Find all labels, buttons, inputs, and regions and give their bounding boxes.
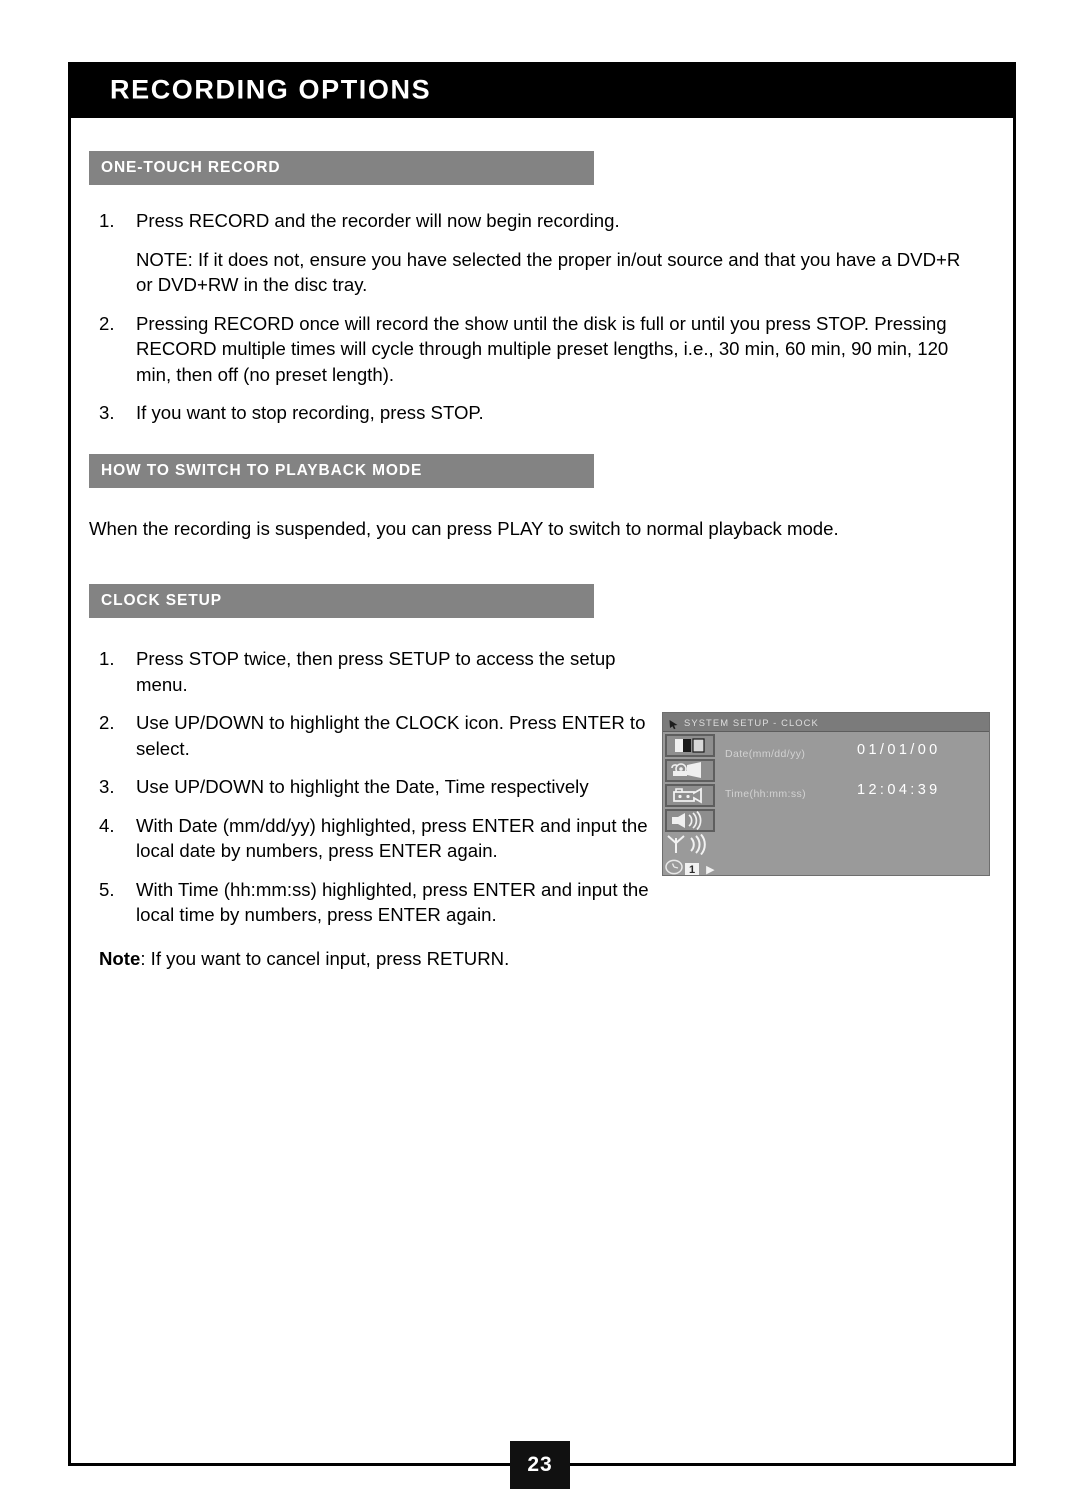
- note-label: Note: [99, 948, 141, 969]
- section-header-clock-setup: CLOCK SETUP: [89, 584, 594, 618]
- osd-screenshot-clock-menu: SYSTEM SETUP - CLOCK 1 ▶ Date(mm/dd/yy) …: [662, 712, 990, 876]
- list-item-number: 3.: [99, 776, 115, 797]
- section-header-label: ONE-TOUCH RECORD: [101, 159, 281, 176]
- playback-mode-paragraph: When the recording is suspended, you can…: [89, 518, 839, 539]
- list-item-number: 5.: [99, 878, 115, 900]
- list-item-number: 4.: [99, 814, 115, 836]
- osd-date-label: Date(mm/dd/yy): [725, 748, 806, 760]
- chevron-right-icon[interactable]: ▶: [706, 863, 714, 876]
- list-item-text: Press RECORD and the recorder will now b…: [136, 210, 620, 231]
- clock-setup-list: 1. Press STOP twice, then press SETUP to…: [89, 646, 649, 941]
- list-item-text: Press STOP twice, then press SETUP to ac…: [136, 648, 616, 695]
- clock-setup-note: Note: If you want to cancel input, press…: [89, 946, 699, 972]
- clock-page-indicator[interactable]: 1 ▶: [665, 859, 715, 876]
- list-item-text: If you want to stop recording, press STO…: [136, 402, 484, 423]
- note-text: : If you want to cancel input, press RET…: [140, 948, 510, 969]
- section-header-label: HOW TO SWITCH TO PLAYBACK MODE: [101, 462, 423, 479]
- list-item-note: NOTE: If it does not, ensure you have se…: [89, 247, 979, 298]
- list-item: 4. With Date (mm/dd/yy) highlighted, pre…: [89, 813, 649, 864]
- list-item-number: 1.: [99, 210, 115, 231]
- list-item: 5. With Time (hh:mm:ss) highlighted, pre…: [89, 877, 649, 928]
- list-item: 2. Use UP/DOWN to highlight the CLOCK ic…: [89, 710, 649, 761]
- list-item: 1. Press STOP twice, then press SETUP to…: [89, 646, 649, 697]
- osd-page-number: 1: [685, 862, 700, 875]
- osd-titlebar: SYSTEM SETUP - CLOCK: [663, 713, 989, 732]
- osd-setup-pointer-icon: [668, 717, 679, 729]
- clock-icon: [665, 859, 684, 875]
- list-item-text: With Time (hh:mm:ss) highlighted, press …: [136, 878, 649, 926]
- video-display-icon[interactable]: [665, 734, 715, 757]
- osd-date-value[interactable]: 01/01/00: [857, 742, 941, 758]
- list-item: 2. Pressing RECORD once will record the …: [89, 311, 979, 388]
- list-item-number: 2.: [99, 312, 115, 334]
- osd-row-date: Date(mm/dd/yy) 01/01/00: [725, 742, 985, 772]
- list-item-number: 1.: [99, 648, 115, 669]
- list-item-text: NOTE: If it does not, ensure you have se…: [136, 248, 961, 296]
- list-item-number: 2.: [99, 712, 115, 733]
- list-item: 1. Press RECORD and the recorder will no…: [89, 208, 979, 234]
- osd-time-value[interactable]: 12:04:39: [857, 782, 941, 798]
- list-item-text: Pressing RECORD once will record the sho…: [136, 312, 949, 385]
- list-item-text: With Date (mm/dd/yy) highlighted, press …: [136, 814, 648, 862]
- osd-body: 1 ▶ Date(mm/dd/yy) 01/01/00 Time(hh:mm:s…: [663, 732, 989, 875]
- osd-field-list: Date(mm/dd/yy) 01/01/00 Time(hh:mm:ss) 1…: [725, 742, 985, 802]
- camcorder-record-icon[interactable]: [665, 759, 715, 782]
- list-item-number: 3.: [99, 402, 115, 423]
- list-item-text: Use UP/DOWN to highlight the Date, Time …: [136, 776, 589, 797]
- antenna-tuner-icon[interactable]: [665, 834, 715, 857]
- section-header-one-touch-record: ONE-TOUCH RECORD: [89, 151, 594, 185]
- osd-time-label: Time(hh:mm:ss): [725, 788, 807, 800]
- list-item: 3. If you want to stop recording, press …: [89, 400, 979, 426]
- page-number-badge: 23: [510, 1441, 570, 1489]
- osd-icon-sidebar: 1 ▶: [665, 734, 715, 876]
- osd-row-time: Time(hh:mm:ss) 12:04:39: [725, 772, 985, 802]
- section-header-playback-mode: HOW TO SWITCH TO PLAYBACK MODE: [89, 454, 594, 488]
- list-item-text: Use UP/DOWN to highlight the CLOCK icon.…: [136, 712, 646, 759]
- speaker-audio-icon[interactable]: [665, 809, 715, 832]
- one-touch-record-list: 1. Press RECORD and the recorder will no…: [89, 208, 979, 439]
- osd-title-text: SYSTEM SETUP - CLOCK: [684, 716, 819, 728]
- camcorder-playback-icon[interactable]: [665, 784, 715, 807]
- list-item: 3. Use UP/DOWN to highlight the Date, Ti…: [89, 774, 649, 800]
- section-header-label: CLOCK SETUP: [101, 592, 222, 609]
